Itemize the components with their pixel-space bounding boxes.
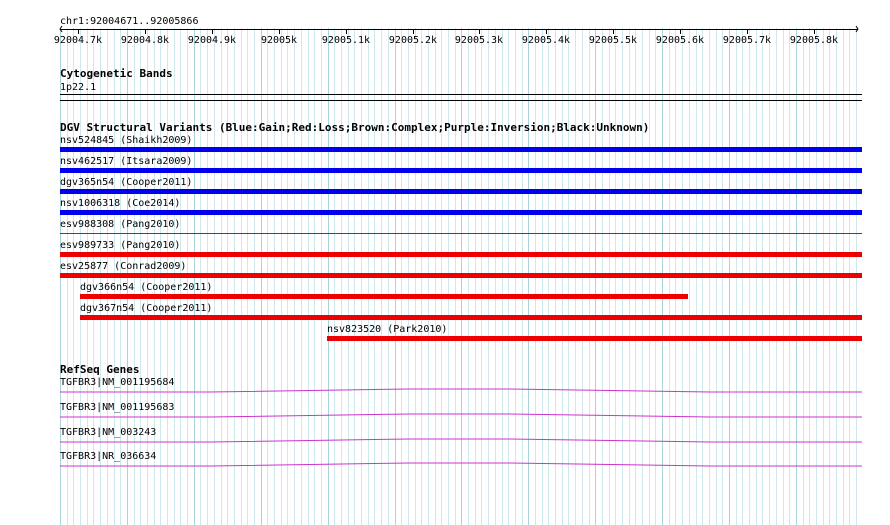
refseq-gene-line[interactable] [60, 388, 862, 393]
gene-model-lines [60, 388, 862, 467]
refseq-gene-line[interactable] [60, 413, 862, 418]
genome-browser-panel: chr1:92004671..92005866 92004.7k 92004.8k… [0, 0, 890, 525]
refseq-gene-line[interactable] [60, 462, 862, 467]
refseq-gene-line[interactable] [60, 438, 862, 443]
